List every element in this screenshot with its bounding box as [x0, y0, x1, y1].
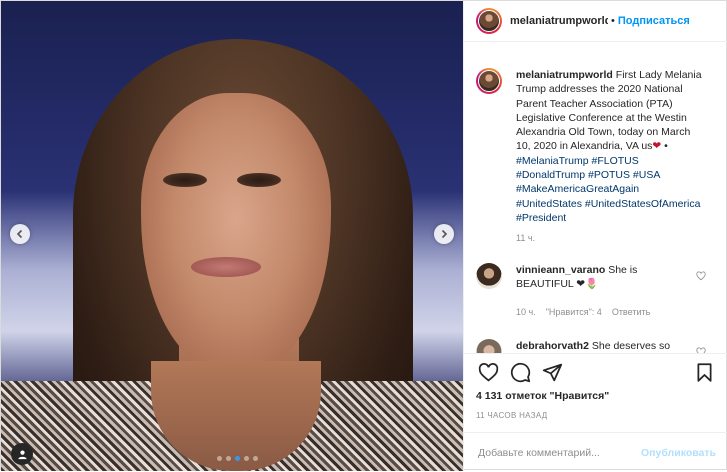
comment-input[interactable]	[476, 445, 642, 460]
comment-icon	[510, 362, 530, 382]
comment-likes[interactable]: "Нравится": 4	[546, 305, 602, 319]
photo-eye-left	[163, 173, 207, 187]
carousel-prev-button[interactable]	[10, 224, 30, 244]
chevron-left-icon	[16, 229, 23, 239]
comment-avatar[interactable]	[476, 339, 502, 353]
share-button[interactable]	[540, 360, 564, 384]
hashtag-link[interactable]: #MelaniaTrump	[516, 155, 589, 167]
add-comment-bar: Опубликовать	[464, 432, 727, 472]
hashtag-link[interactable]: #President	[516, 212, 566, 224]
author-username[interactable]: melaniatrumpworld	[510, 15, 608, 27]
save-button[interactable]	[692, 360, 716, 384]
carousel-dot	[226, 456, 231, 461]
hashtag-link[interactable]: #USA	[633, 169, 660, 181]
caption-time[interactable]: 11 ч.	[516, 233, 718, 243]
heart-icon	[478, 362, 498, 381]
post-photo[interactable]	[1, 1, 463, 471]
caption-avatar[interactable]	[476, 68, 502, 94]
comment-username[interactable]: debrahorvath2	[516, 340, 589, 352]
caption-bullet: •	[661, 140, 668, 153]
caption-body: First Lady Melania Trump addresses the 2…	[516, 69, 702, 153]
instagram-post-dialog: melaniatrumpworld • Подписаться melaniat…	[0, 0, 727, 471]
bookmark-icon	[697, 362, 711, 382]
paper-plane-icon	[542, 363, 562, 381]
post-side-panel: melaniatrumpworld • Подписаться melaniat…	[463, 1, 727, 471]
post-actions	[464, 353, 727, 390]
comment-reply-button[interactable]: Ответить	[612, 305, 650, 319]
hashtag-link[interactable]: #POTUS	[588, 169, 630, 181]
carousel-next-button[interactable]	[434, 224, 454, 244]
caption-heart: ❤	[652, 140, 662, 153]
carousel-dot	[253, 456, 258, 461]
comment-avatar[interactable]	[476, 263, 502, 290]
likes-count[interactable]: 4 131 отметок "Нравится"	[476, 390, 609, 402]
hashtag-link[interactable]: #DonaldTrump	[516, 169, 585, 181]
caption-username[interactable]: melaniatrumpworld	[516, 69, 613, 81]
comment-button[interactable]	[508, 360, 532, 384]
carousel-dot	[244, 456, 249, 461]
comments-list[interactable]: melaniatrumpworld First Lady Melania Tru…	[464, 42, 727, 353]
carousel-dot	[235, 456, 240, 461]
header-separator: •	[611, 15, 615, 27]
caption-text: melaniatrumpworld First Lady Melania Tru…	[516, 68, 706, 225]
caption-hashtags: #MelaniaTrump #FLOTUS #DonaldTrump #POTU…	[516, 155, 700, 224]
comment-item: vinnieann_varano She is BEAUTIFUL ❤🌷 10 …	[476, 263, 718, 319]
comment-meta: 10 ч. "Нравится": 4 Ответить	[516, 305, 696, 319]
tagged-users-button[interactable]	[11, 443, 33, 465]
comment-time[interactable]: 10 ч.	[516, 305, 536, 319]
comment-like-heart-icon[interactable]	[696, 271, 706, 281]
comment-text: She deserves so	[591, 340, 671, 353]
hashtag-link[interactable]: #UnitedStates	[516, 198, 582, 210]
like-button[interactable]	[476, 360, 500, 384]
hashtag-link[interactable]: #FLOTUS	[591, 155, 638, 167]
avatar[interactable]	[476, 8, 502, 34]
carousel-indicator	[217, 456, 258, 461]
comment-item: debrahorvath2 She deserves so	[476, 339, 718, 353]
post-timestamp[interactable]: 11 часов назад	[476, 411, 547, 420]
user-tag-icon	[17, 450, 27, 459]
publish-button[interactable]: Опубликовать	[641, 447, 716, 459]
chevron-right-icon	[441, 229, 448, 239]
hashtag-link[interactable]: #MakeAmericaGreatAgain	[516, 183, 639, 195]
hashtag-link[interactable]: #UnitedStatesOfAmerica	[585, 198, 701, 210]
carousel-dot	[217, 456, 222, 461]
photo-eye-right	[237, 173, 281, 187]
post-caption: melaniatrumpworld First Lady Melania Tru…	[476, 68, 718, 225]
photo-lips	[191, 257, 261, 277]
post-header: melaniatrumpworld • Подписаться	[464, 1, 727, 42]
follow-button[interactable]: Подписаться	[618, 15, 690, 27]
photo-face	[141, 93, 331, 371]
comment-username[interactable]: vinnieann_varano	[516, 264, 605, 276]
